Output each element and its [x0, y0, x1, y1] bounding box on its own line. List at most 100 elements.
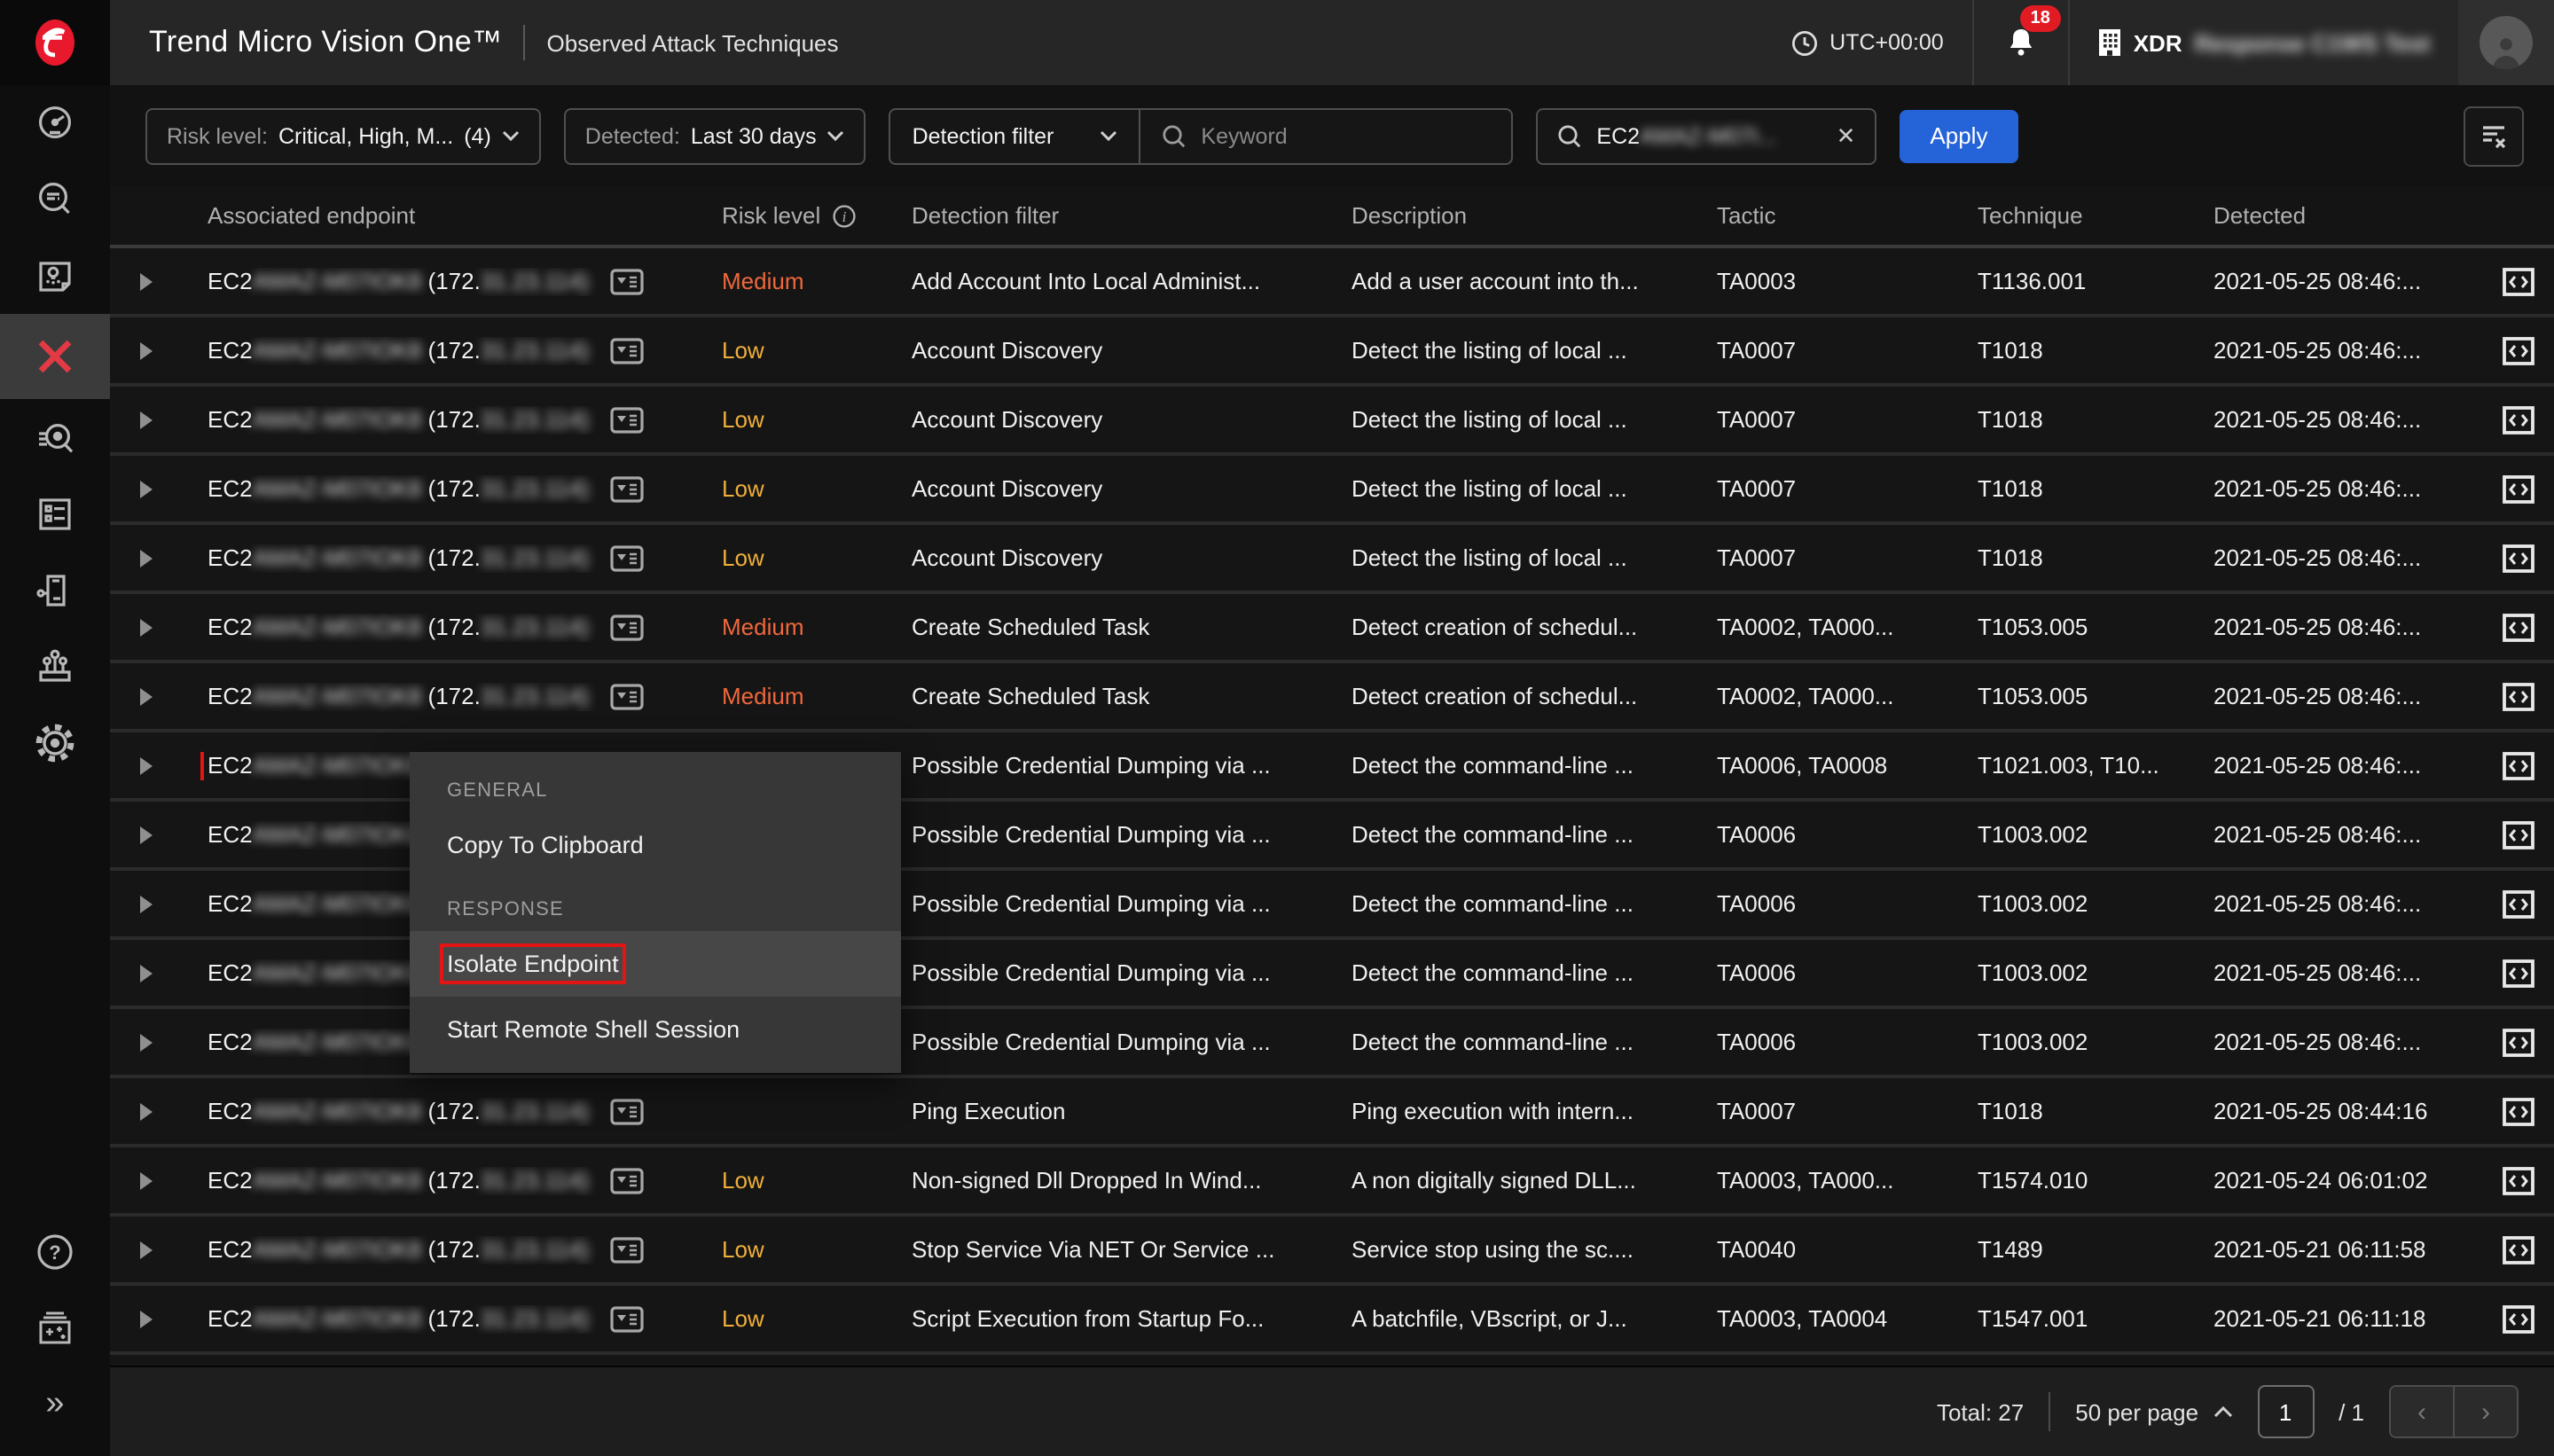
row-expander[interactable] [110, 826, 181, 843]
endpoint-cell[interactable]: EC2AMAZ-M07IOK8 (172.31.23.114) [181, 1235, 706, 1264]
col-header-technique[interactable]: Technique [1962, 202, 2198, 229]
endpoint-cell[interactable]: EC2AMAZ-M07IOK8 (172.31.23.114) [181, 1304, 706, 1333]
table-row[interactable]: EC2AMAZ-M07IOK8 (172.31.23.114)LowNon-si… [110, 1147, 2554, 1217]
row-expander[interactable] [110, 341, 181, 359]
endpoint-cell[interactable]: EC2AMAZ-M07IOK8 (172.31.23.114) [181, 1166, 706, 1194]
sidebar-item-settings[interactable] [0, 704, 110, 780]
endpoint-cell[interactable]: EC2AMAZ-M07IOK8 (172.31.23.114) [181, 613, 706, 641]
sidebar-item-response-management[interactable] [0, 552, 110, 628]
endpoint-cell[interactable]: EC2AMAZ-M07IOK8 (172.31.23.114) [181, 405, 706, 434]
table-row[interactable]: EC2AMAZ-M07IOK8 (172.31.23.114)MediumCre… [110, 663, 2554, 732]
col-header-risk-level[interactable]: Risk level i [706, 202, 896, 229]
table-row[interactable]: EC2AMAZ-M07IOK8 (172.31.23.114)LowAccoun… [110, 317, 2554, 387]
per-page-dropdown[interactable]: 50 per page [2075, 1398, 2232, 1425]
table-row[interactable]: EC2AMAZ-M07IOK8 (172.31.23.114)LowAccoun… [110, 525, 2554, 594]
row-action-button[interactable] [2481, 959, 2554, 987]
clock-icon [1790, 29, 1817, 56]
row-expander[interactable] [110, 411, 181, 428]
row-action-button[interactable] [2481, 613, 2554, 641]
row-expander[interactable] [110, 549, 181, 567]
row-action-button[interactable] [2481, 267, 2554, 295]
sidebar-item-xdr-active[interactable] [0, 314, 110, 399]
table-row[interactable]: EC2AMAZ-M07IOK8 (172.31.23.114)MediumCre… [110, 594, 2554, 663]
row-expander[interactable] [110, 1033, 181, 1051]
sidebar-item-search[interactable] [0, 161, 110, 238]
risk-level-filter-dropdown[interactable]: Risk level: Critical, High, M... (4) [145, 107, 541, 164]
row-expander[interactable] [110, 687, 181, 705]
row-action-button[interactable] [2481, 1304, 2554, 1333]
row-expander[interactable] [110, 1310, 181, 1327]
table-row[interactable]: EC2AMAZ-M07IOK8 (172.31.23.114)LowStop S… [110, 1217, 2554, 1286]
technique-cell: T1489 [1962, 1236, 2198, 1263]
row-action-button[interactable] [2481, 405, 2554, 434]
detection-filter-dropdown[interactable]: Detection filter [891, 109, 1140, 162]
endpoint-cell[interactable]: EC2AMAZ-M07IOK8 (172.31.23.114) [181, 267, 706, 295]
user-avatar-button[interactable] [2458, 0, 2554, 85]
detected-cell: 2021-05-21 06:11:58 [2198, 1236, 2481, 1263]
sidebar-item-expand[interactable]: » [0, 1366, 110, 1442]
row-expander[interactable] [110, 272, 181, 290]
detected-filter-dropdown[interactable]: Detected: Last 30 days [564, 107, 866, 164]
row-expander[interactable] [110, 1171, 181, 1189]
endpoint-cell[interactable]: EC2AMAZ-M07IOK8 (172.31.23.114) [181, 1097, 706, 1125]
row-expander[interactable] [110, 964, 181, 982]
table-row[interactable]: EC2AMAZ-M07IOK8 (172.31.23.114)MediumAdd… [110, 248, 2554, 317]
notifications-button[interactable]: 18 [1974, 0, 2068, 85]
sidebar-item-dashboard[interactable] [0, 85, 110, 161]
row-expander[interactable] [110, 480, 181, 497]
col-header-detection-filter[interactable]: Detection filter [896, 202, 1336, 229]
row-expander[interactable] [110, 1241, 181, 1258]
table-row[interactable]: EC2AMAZ-M07IOK8 (172.31.23.114)Ping Exec… [110, 1078, 2554, 1147]
row-action-button[interactable] [2481, 1097, 2554, 1125]
clear-search-icon[interactable]: ✕ [1837, 121, 1856, 150]
table-row[interactable]: EC2AMAZ-M07IOK8 (172.31.23.114)LowAccoun… [110, 456, 2554, 525]
sidebar-item-reports[interactable] [0, 475, 110, 552]
menu-item-start-remote-shell[interactable]: Start Remote Shell Session [410, 997, 901, 1062]
col-header-associated-endpoint[interactable]: Associated endpoint [181, 202, 706, 229]
menu-item-isolate-endpoint[interactable]: Isolate Endpoint [410, 931, 901, 997]
row-expander[interactable] [110, 618, 181, 636]
clear-filters-button[interactable] [2464, 106, 2524, 166]
info-icon[interactable]: i [831, 203, 856, 228]
dashboard-gauge-icon [34, 102, 76, 145]
sidebar-item-help[interactable]: ? [0, 1213, 110, 1289]
row-expander[interactable] [110, 756, 181, 774]
trend-micro-logo[interactable] [0, 0, 110, 85]
endpoint-cell[interactable]: EC2AMAZ-M07IOK8 (172.31.23.114) [181, 544, 706, 572]
account-menu[interactable]: XDR Response C1WS Test [2070, 0, 2458, 85]
sidebar-item-workbench[interactable] [0, 238, 110, 314]
row-action-button[interactable] [2481, 1166, 2554, 1194]
row-expander[interactable] [110, 895, 181, 912]
detected-cell: 2021-05-25 08:46:... [2198, 1029, 2481, 1055]
apply-button[interactable]: Apply [1900, 109, 2017, 162]
endpoint-cell[interactable]: EC2AMAZ-M07IOK8 (172.31.23.114) [181, 682, 706, 710]
timezone-control[interactable]: UTC+00:00 [1762, 0, 1972, 85]
row-action-button[interactable] [2481, 751, 2554, 779]
row-action-button[interactable] [2481, 474, 2554, 503]
row-action-button[interactable] [2481, 1028, 2554, 1056]
sidebar-item-whats-new[interactable] [0, 1289, 110, 1366]
next-page-button[interactable]: › [2455, 1387, 2517, 1436]
col-header-tactic[interactable]: Tactic [1701, 202, 1962, 229]
menu-item-copy-to-clipboard[interactable]: Copy To Clipboard [410, 812, 901, 878]
row-expander[interactable] [110, 1102, 181, 1120]
row-action-button[interactable] [2481, 1235, 2554, 1264]
row-action-button[interactable] [2481, 336, 2554, 364]
endpoint-cell[interactable]: EC2AMAZ-M07IOK8 (172.31.23.114) [181, 336, 706, 364]
prev-page-button[interactable]: ‹ [2391, 1387, 2455, 1436]
table-row[interactable]: EC2AMAZ-M07IOK8 (172.31.23.114)LowAccoun… [110, 387, 2554, 456]
col-header-detected[interactable]: Detected [2198, 202, 2481, 229]
sidebar-item-threat-hunting[interactable] [0, 399, 110, 475]
col-header-description[interactable]: Description [1336, 202, 1701, 229]
endpoint-context-menu: GENERAL Copy To Clipboard RESPONSE Isola… [410, 752, 901, 1073]
row-action-button[interactable] [2481, 820, 2554, 849]
row-action-button[interactable] [2481, 889, 2554, 918]
keyword-search-input[interactable]: Keyword [1140, 109, 1511, 162]
endpoint-search-input[interactable]: EC2AMAZ-M07I... ✕ [1536, 107, 1876, 164]
row-action-button[interactable] [2481, 682, 2554, 710]
sidebar-item-network-inventory[interactable] [0, 628, 110, 704]
endpoint-cell[interactable]: EC2AMAZ-M07IOK8 (172.31.23.114) [181, 474, 706, 503]
page-number-input[interactable]: 1 [2257, 1385, 2314, 1438]
table-row[interactable]: EC2AMAZ-M07IOK8 (172.31.23.114)LowScript… [110, 1286, 2554, 1355]
row-action-button[interactable] [2481, 544, 2554, 572]
